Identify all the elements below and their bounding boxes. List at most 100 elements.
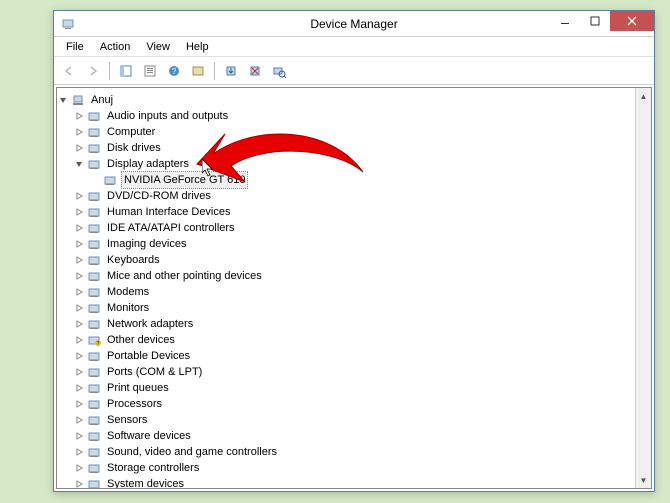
tree-item-dvd-cd-rom-drives[interactable]: DVD/CD-ROM drives — [59, 188, 633, 204]
tree-toggle[interactable] — [75, 240, 87, 249]
tree-item-label: Sound, video and game controllers — [105, 444, 279, 460]
uninstall-button[interactable] — [244, 60, 266, 82]
tree-item-sound-video-and-game-controllers[interactable]: Sound, video and game controllers — [59, 444, 633, 460]
tree-toggle[interactable] — [75, 288, 87, 297]
tree-root[interactable]: Anuj — [59, 92, 633, 108]
disk-drives-icon — [87, 141, 103, 155]
tree-toggle[interactable] — [59, 96, 71, 105]
tree-item-storage-controllers[interactable]: Storage controllers — [59, 460, 633, 476]
audio-inputs-and-outputs-icon — [87, 109, 103, 123]
tree-item-label: Processors — [105, 396, 164, 412]
tree-toggle[interactable] — [75, 448, 87, 457]
update-driver-button[interactable] — [220, 60, 242, 82]
tree-item-audio-inputs-and-outputs[interactable]: Audio inputs and outputs — [59, 108, 633, 124]
tree-toggle[interactable] — [75, 368, 87, 377]
mice-and-other-pointing-devices-icon — [87, 269, 103, 283]
software-devices-icon — [87, 429, 103, 443]
tree-item-print-queues[interactable]: Print queues — [59, 380, 633, 396]
forward-button[interactable] — [82, 60, 104, 82]
tree-toggle[interactable] — [75, 224, 87, 233]
tree-toggle[interactable] — [75, 352, 87, 361]
menu-help[interactable]: Help — [178, 39, 217, 55]
display-adapter-icon — [103, 173, 119, 187]
tree-toggle[interactable] — [75, 256, 87, 265]
tree-item-ports-com-lpt-[interactable]: Ports (COM & LPT) — [59, 364, 633, 380]
tree-item-imaging-devices[interactable]: Imaging devices — [59, 236, 633, 252]
tree-item-label: NVIDIA GeForce GT 610 — [121, 171, 248, 189]
tree-toggle[interactable] — [75, 128, 87, 137]
tree-item-processors[interactable]: Processors — [59, 396, 633, 412]
network-adapters-icon — [87, 317, 103, 331]
tree-toggle[interactable] — [75, 144, 87, 153]
tree-toggle[interactable] — [75, 400, 87, 409]
tree-item-modems[interactable]: Modems — [59, 284, 633, 300]
tree-item-monitors[interactable]: Monitors — [59, 300, 633, 316]
tree-toggle[interactable] — [75, 432, 87, 441]
back-button[interactable] — [58, 60, 80, 82]
menu-file[interactable]: File — [58, 39, 92, 55]
tree-toggle[interactable] — [75, 464, 87, 473]
tree-toggle[interactable] — [75, 416, 87, 425]
tree-toggle[interactable] — [75, 160, 87, 169]
show-hide-tree-button[interactable] — [115, 60, 137, 82]
tree-item-label: Sensors — [105, 412, 149, 428]
imaging-devices-icon — [87, 237, 103, 251]
tree-item-software-devices[interactable]: Software devices — [59, 428, 633, 444]
help-button[interactable]: ? — [163, 60, 185, 82]
tree-toggle[interactable] — [75, 304, 87, 313]
tree-item-label: Software devices — [105, 428, 193, 444]
view-button[interactable] — [187, 60, 209, 82]
tree-item-label: Monitors — [105, 300, 151, 316]
toolbar-separator — [109, 62, 110, 80]
tree-item-display-adapters[interactable]: Display adapters — [59, 156, 633, 172]
tree-item-other-devices[interactable]: ?Other devices — [59, 332, 633, 348]
menu-action[interactable]: Action — [92, 39, 139, 55]
tree-item-sensors[interactable]: Sensors — [59, 412, 633, 428]
processors-icon — [87, 397, 103, 411]
print-queues-icon — [87, 381, 103, 395]
computer-icon — [71, 93, 87, 107]
tree-toggle[interactable] — [75, 192, 87, 201]
maximize-button[interactable] — [580, 11, 610, 31]
tree-item-label: System devices — [105, 476, 186, 488]
storage-controllers-icon — [87, 461, 103, 475]
close-button[interactable] — [610, 11, 654, 31]
scroll-down-button[interactable]: ▼ — [636, 472, 651, 488]
tree-toggle[interactable] — [75, 112, 87, 121]
minimize-button[interactable] — [550, 11, 580, 31]
tree-item-human-interface-devices[interactable]: Human Interface Devices — [59, 204, 633, 220]
menu-view[interactable]: View — [138, 39, 178, 55]
modems-icon — [87, 285, 103, 299]
tree-item-ide-ata-atapi-controllers[interactable]: IDE ATA/ATAPI controllers — [59, 220, 633, 236]
tree-item-network-adapters[interactable]: Network adapters — [59, 316, 633, 332]
tree-toggle[interactable] — [75, 480, 87, 489]
tree-item-computer[interactable]: Computer — [59, 124, 633, 140]
device-tree[interactable]: AnujAudio inputs and outputsComputerDisk… — [57, 88, 635, 488]
tree-item-keyboards[interactable]: Keyboards — [59, 252, 633, 268]
tree-item-disk-drives[interactable]: Disk drives — [59, 140, 633, 156]
tree-item-label: Modems — [105, 284, 151, 300]
ide-ata-atapi-controllers-icon — [87, 221, 103, 235]
tree-item-label: Audio inputs and outputs — [105, 108, 230, 124]
tree-item-system-devices[interactable]: System devices — [59, 476, 633, 488]
tree-toggle[interactable] — [75, 336, 87, 345]
sensors-icon — [87, 413, 103, 427]
toolbar-separator — [214, 62, 215, 80]
vertical-scrollbar[interactable]: ▲ ▼ — [635, 88, 651, 488]
tree-toggle[interactable] — [75, 272, 87, 281]
tree-item-nvidia[interactable]: NVIDIA GeForce GT 610 — [59, 172, 633, 188]
tree-item-mice-and-other-pointing-devices[interactable]: Mice and other pointing devices — [59, 268, 633, 284]
tree-toggle[interactable] — [75, 320, 87, 329]
human-interface-devices-icon — [87, 205, 103, 219]
scroll-up-button[interactable]: ▲ — [636, 88, 651, 104]
tree-toggle[interactable] — [75, 208, 87, 217]
scan-hardware-button[interactable] — [268, 60, 290, 82]
properties-button[interactable] — [139, 60, 161, 82]
monitors-icon — [87, 301, 103, 315]
other-devices-icon: ? — [87, 333, 103, 347]
tree-item-label: Other devices — [105, 332, 177, 348]
tree-item-label: Portable Devices — [105, 348, 192, 364]
tree-toggle[interactable] — [75, 384, 87, 393]
tree-item-portable-devices[interactable]: Portable Devices — [59, 348, 633, 364]
tree-item-label: Imaging devices — [105, 236, 189, 252]
